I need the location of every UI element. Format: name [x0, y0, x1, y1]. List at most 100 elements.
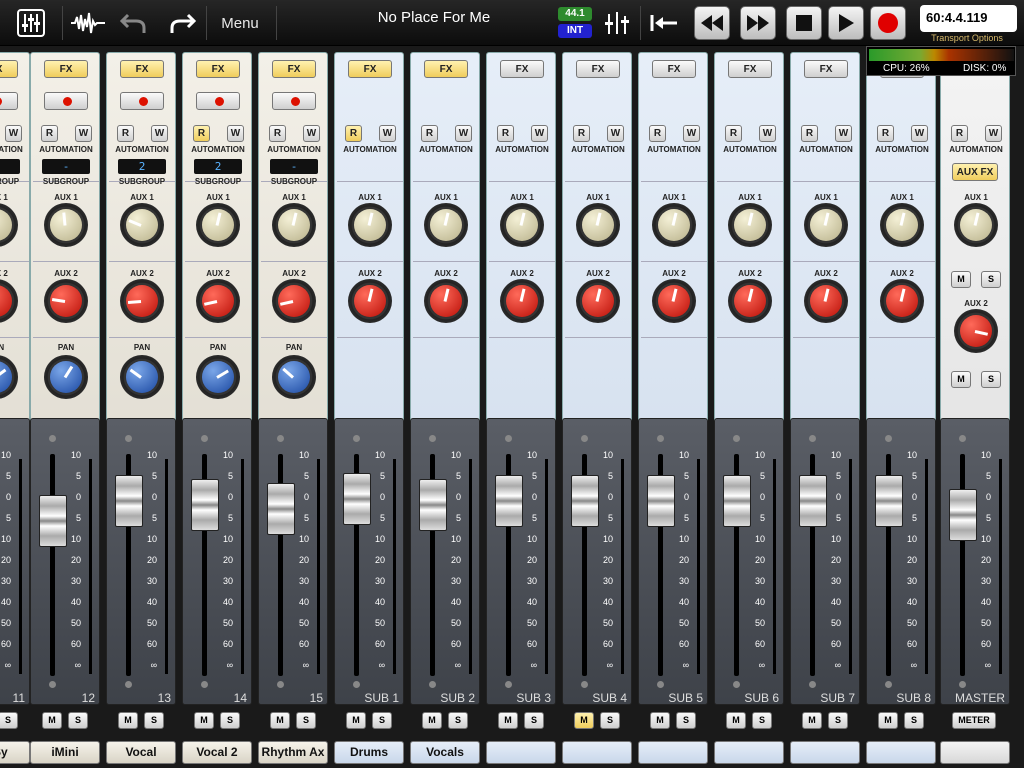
automation-read-button[interactable]: R	[573, 125, 590, 142]
solo-button[interactable]: S	[600, 712, 620, 729]
automation-write-button[interactable]: W	[227, 125, 244, 142]
aux1-send-knob[interactable]	[424, 203, 468, 247]
automation-write-button[interactable]: W	[985, 125, 1002, 142]
channel-name[interactable]	[562, 741, 632, 764]
pan-knob[interactable]	[196, 355, 240, 399]
automation-read-button[interactable]: R	[345, 125, 362, 142]
channel-name[interactable]: Vocal	[106, 741, 176, 764]
automation-read-button[interactable]: R	[877, 125, 894, 142]
mute-button[interactable]: M	[878, 712, 898, 729]
subgroup-selector[interactable]: 2	[118, 159, 166, 174]
fx-button[interactable]: FX	[728, 60, 772, 78]
aux2-mute-button[interactable]: M	[951, 371, 971, 388]
pan-knob[interactable]	[120, 355, 164, 399]
fx-button[interactable]: FX	[44, 60, 88, 78]
mute-button[interactable]: M	[422, 712, 442, 729]
aux2-solo-button[interactable]: S	[981, 371, 1001, 388]
aux1-send-knob[interactable]	[652, 203, 696, 247]
aux1-send-knob[interactable]	[44, 203, 88, 247]
automation-write-button[interactable]: W	[75, 125, 92, 142]
mute-button[interactable]: M	[726, 712, 746, 729]
mute-button[interactable]: M	[498, 712, 518, 729]
aux1-send-knob[interactable]	[0, 203, 18, 247]
volume-fader[interactable]	[343, 473, 371, 525]
solo-button[interactable]: S	[524, 712, 544, 729]
mixer-view-button[interactable]	[6, 5, 56, 41]
transport-options-link[interactable]: Transport Options	[912, 33, 1022, 43]
solo-button[interactable]: S	[828, 712, 848, 729]
aux2-send-knob[interactable]	[348, 279, 392, 323]
mute-button[interactable]: M	[346, 712, 366, 729]
automation-read-button[interactable]: R	[801, 125, 818, 142]
mute-button[interactable]: M	[42, 712, 62, 729]
volume-fader[interactable]	[495, 475, 523, 527]
automation-read-button[interactable]: R	[421, 125, 438, 142]
aux2-send-knob[interactable]	[424, 279, 468, 323]
automation-write-button[interactable]: W	[607, 125, 624, 142]
mute-button[interactable]: M	[650, 712, 670, 729]
automation-read-button[interactable]: R	[117, 125, 134, 142]
clock-source-badge[interactable]: INT	[558, 24, 592, 38]
aux2-send-knob[interactable]	[196, 279, 240, 323]
mute-button[interactable]: M	[802, 712, 822, 729]
pan-knob[interactable]	[272, 355, 316, 399]
fx-button[interactable]: FX	[576, 60, 620, 78]
fx-button[interactable]: FX	[0, 60, 18, 78]
subgroup-selector[interactable]	[0, 159, 20, 174]
aux2-send-knob[interactable]	[120, 279, 164, 323]
redo-button[interactable]	[164, 8, 200, 38]
volume-fader[interactable]	[191, 479, 219, 531]
aux1-solo-button[interactable]: S	[981, 271, 1001, 288]
aux1-send-knob[interactable]	[196, 203, 240, 247]
volume-fader[interactable]	[723, 475, 751, 527]
pan-knob[interactable]	[44, 355, 88, 399]
automation-write-button[interactable]: W	[379, 125, 396, 142]
solo-button[interactable]: S	[220, 712, 240, 729]
undo-button[interactable]	[116, 8, 152, 38]
fx-button[interactable]: FX	[196, 60, 240, 78]
sample-rate-badge[interactable]: 44.1	[558, 7, 592, 21]
automation-write-button[interactable]: W	[835, 125, 852, 142]
waveform-edit-button[interactable]	[68, 5, 108, 41]
solo-button[interactable]: S	[68, 712, 88, 729]
metronome-button[interactable]	[600, 8, 634, 38]
aux2-send-knob[interactable]	[44, 279, 88, 323]
aux2-send-knob[interactable]	[652, 279, 696, 323]
aux1-send-knob[interactable]	[500, 203, 544, 247]
fx-button[interactable]: FX	[500, 60, 544, 78]
aux-fx-button[interactable]: AUX FX	[952, 163, 998, 181]
record-arm-button[interactable]	[272, 92, 316, 110]
mute-button[interactable]: M	[194, 712, 214, 729]
automation-read-button[interactable]: R	[497, 125, 514, 142]
automation-read-button[interactable]: R	[951, 125, 968, 142]
automation-read-button[interactable]: R	[269, 125, 286, 142]
pan-knob[interactable]	[0, 355, 18, 399]
aux2-send-knob[interactable]	[576, 279, 620, 323]
aux2-send-knob[interactable]	[272, 279, 316, 323]
aux1-send-knob[interactable]	[576, 203, 620, 247]
solo-button[interactable]: S	[448, 712, 468, 729]
play-button[interactable]	[828, 6, 864, 40]
solo-button[interactable]: S	[144, 712, 164, 729]
volume-fader[interactable]	[267, 483, 295, 535]
meter-button[interactable]: METER	[952, 712, 996, 729]
automation-read-button[interactable]: R	[725, 125, 742, 142]
aux1-send-knob[interactable]	[120, 203, 164, 247]
aux2-send-knob[interactable]	[728, 279, 772, 323]
mute-button[interactable]: M	[118, 712, 138, 729]
volume-fader[interactable]	[875, 475, 903, 527]
stop-button[interactable]	[786, 6, 822, 40]
channel-name[interactable]	[714, 741, 784, 764]
aux1-send-knob[interactable]	[272, 203, 316, 247]
mute-button[interactable]: M	[270, 712, 290, 729]
solo-button[interactable]: S	[676, 712, 696, 729]
channel-name[interactable]: tySy	[0, 741, 30, 764]
record-arm-button[interactable]	[44, 92, 88, 110]
fx-button[interactable]: FX	[804, 60, 848, 78]
channel-name[interactable]	[486, 741, 556, 764]
automation-write-button[interactable]: W	[455, 125, 472, 142]
automation-write-button[interactable]: W	[5, 125, 22, 142]
volume-fader[interactable]	[571, 475, 599, 527]
aux2-send-knob[interactable]	[500, 279, 544, 323]
channel-name[interactable]: Vocals	[410, 741, 480, 764]
